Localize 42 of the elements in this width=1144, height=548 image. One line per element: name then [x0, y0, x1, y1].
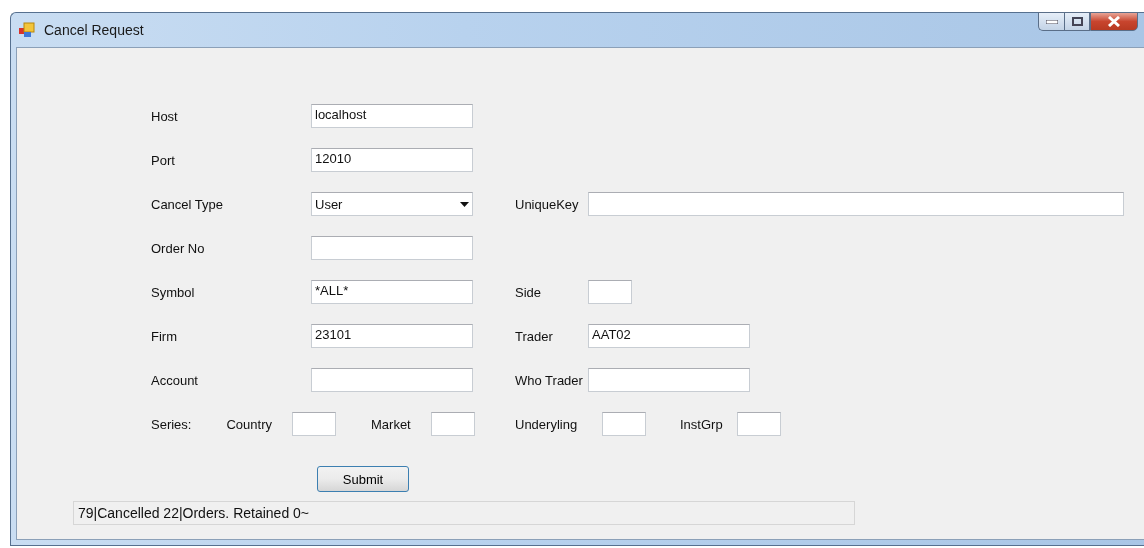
- maximize-icon: [1071, 17, 1083, 26]
- field-label: Series:: [151, 416, 192, 432]
- input-field[interactable]: [602, 412, 646, 436]
- input-field[interactable]: 12010: [311, 148, 473, 172]
- status-field: 79|Cancelled 22|Orders. Retained 0~: [73, 501, 855, 525]
- field-label: Underyling: [515, 416, 579, 432]
- field-label: Cancel Type: [151, 196, 225, 212]
- close-button[interactable]: [1090, 12, 1138, 31]
- field-label: UniqueKey: [515, 196, 580, 212]
- input-field[interactable]: AAT02: [588, 324, 750, 348]
- submit-button[interactable]: Submit: [317, 466, 409, 492]
- window-title: Cancel Request: [44, 22, 144, 38]
- field-label: Port: [151, 152, 176, 168]
- minimize-button[interactable]: [1038, 12, 1064, 31]
- input-field[interactable]: [311, 236, 473, 260]
- input-field[interactable]: *ALL*: [311, 280, 473, 304]
- field-label: Trader: [515, 328, 554, 344]
- cancel-type-dropdown[interactable]: User: [311, 192, 473, 216]
- field-label: Order No: [151, 240, 206, 256]
- field-label: Market: [371, 416, 411, 432]
- minimize-icon: [1045, 19, 1058, 24]
- field-label: Host: [151, 108, 179, 124]
- field-label: Side: [515, 284, 543, 300]
- input-field[interactable]: [430, 412, 475, 436]
- field-label: Symbol: [151, 284, 196, 300]
- input-field[interactable]: localhost: [311, 104, 473, 128]
- input-field[interactable]: [292, 412, 336, 436]
- field-label: Who Trader: [515, 372, 584, 388]
- dropdown-caret-icon: [460, 201, 469, 207]
- input-field[interactable]: [588, 280, 632, 304]
- field-label: InstGrp: [680, 416, 723, 432]
- field-label: Country: [226, 416, 272, 432]
- field-label: Account: [151, 372, 199, 388]
- input-field[interactable]: [588, 368, 750, 392]
- app-icon: [18, 22, 36, 38]
- input-field[interactable]: [736, 412, 781, 436]
- field-label: Firm: [151, 328, 178, 344]
- close-icon: [1107, 16, 1121, 27]
- maximize-button[interactable]: [1064, 12, 1090, 31]
- input-field[interactable]: [588, 192, 1124, 216]
- input-field[interactable]: [311, 368, 473, 392]
- input-field[interactable]: 23101: [311, 324, 473, 348]
